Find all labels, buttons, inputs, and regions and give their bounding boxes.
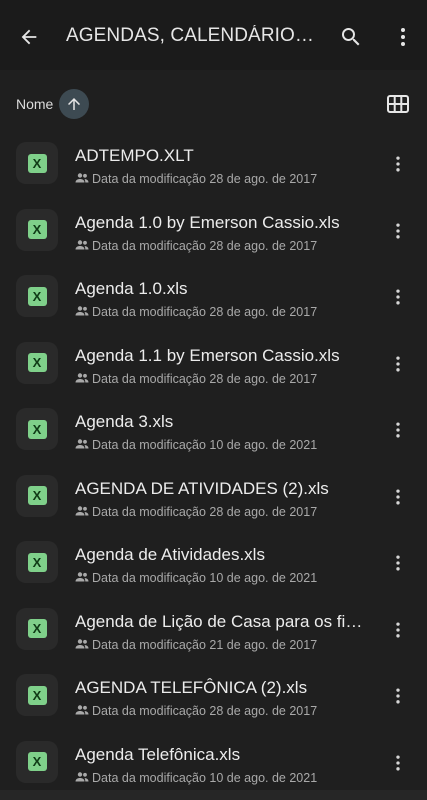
file-row[interactable]: X Agenda de Atividades.xls Data da modif… [0,529,427,596]
more-vert-icon[interactable] [386,551,410,575]
modified-date: Data da modificação 10 de ago. de 2021 [92,571,318,585]
shared-people-icon [75,638,89,651]
file-row[interactable]: X AGENDA TELEFÔNICA (2).xls Data da modi… [0,662,427,729]
file-meta: Data da modificação 28 de ago. de 2017 [75,239,375,253]
modified-date: Data da modificação 21 de ago. de 2017 [92,637,318,652]
drive-folder-screen: AGENDAS, CALENDÁRIOS,... Nome X ADTEMPO.… [0,0,427,800]
file-name: ADTEMPO.XLT [75,146,194,165]
file-thumbnail: X [16,674,58,716]
shared-people-icon [75,439,89,451]
more-vert-icon[interactable] [386,152,410,176]
shared-people-icon [75,239,89,252]
file-row[interactable]: X Agenda 1.0.xls Data da modificação 28 … [0,263,427,330]
modified-date: Data da modificação 28 de ago. de 2017 [92,371,318,386]
top-app-bar: AGENDAS, CALENDÁRIOS,... [0,0,427,70]
folder-title: AGENDAS, CALENDÁRIOS,... [66,25,316,46]
modified-date: Data da modificação 28 de ago. de 2017 [92,704,318,718]
file-list: X ADTEMPO.XLT Data da modificação 28 de … [0,130,427,795]
shared-people-icon [75,173,89,185]
more-vert-icon[interactable] [386,751,410,775]
more-vert-icon[interactable] [386,285,410,309]
more-vert-icon[interactable] [386,352,410,376]
file-thumbnail: X [16,275,58,317]
spreadsheet-icon: X [27,286,47,306]
sort-bar: Nome [0,84,427,124]
shared-people-icon [75,372,89,385]
shared-people-icon [75,771,89,784]
file-row[interactable]: X AGENDA DE ATIVIDADES (2).xls Data da m… [0,463,427,530]
more-vert-icon[interactable] [386,485,410,509]
more-vert-icon[interactable] [386,219,410,243]
file-thumbnail: X [16,607,58,650]
file-row[interactable]: X ADTEMPO.XLT Data da modificação 28 de … [0,130,427,197]
file-name: Agenda Telefônica.xls [75,744,241,764]
file-meta: Data da modificação 28 de ago. de 2017 [75,704,375,718]
file-row[interactable]: X Agenda 3.xls Data da modificação 10 de… [0,396,427,463]
spreadsheet-icon: X [27,752,47,771]
file-meta: Data da modificação 10 de ago. de 2021 [75,571,375,585]
arrow-up-icon[interactable] [59,89,89,119]
file-meta: Data da modificação 28 de ago. de 2017 [75,172,375,186]
bottom-divider [0,790,427,800]
file-name: Agenda de Atividades.xls [75,545,265,564]
file-thumbnail: X [16,408,58,450]
sort-label[interactable]: Nome [16,96,53,112]
file-thumbnail: X [16,208,58,251]
modified-date: Data da modificação 10 de ago. de 2021 [92,438,318,452]
file-row[interactable]: X Agenda 1.1 by Emerson Cassio.xls Data … [0,330,427,397]
file-thumbnail: X [16,142,58,184]
spreadsheet-icon: X [27,419,47,439]
spreadsheet-icon: X [27,353,47,372]
file-row[interactable]: X Agenda de Lição de Casa para os fil...… [0,596,427,663]
modified-date: Data da modificação 28 de ago. de 2017 [92,172,318,186]
file-meta: Data da modificação 28 de ago. de 2017 [75,305,375,319]
spreadsheet-icon: X [27,153,47,173]
grid-view-icon[interactable] [384,90,412,118]
shared-people-icon [75,306,89,318]
file-name: Agenda 1.1 by Emerson Cassio.xls [75,345,340,365]
spreadsheet-icon: X [27,220,47,239]
file-name: AGENDA DE ATIVIDADES (2).xls [75,478,329,498]
search-icon[interactable] [336,22,366,52]
arrow-back-icon[interactable] [14,22,44,52]
modified-date: Data da modificação 28 de ago. de 2017 [92,504,318,519]
file-row[interactable]: X Agenda Telefônica.xls Data da modifica… [0,729,427,796]
more-vert-icon[interactable] [386,618,410,642]
file-name: Agenda de Lição de Casa para os fil... [75,611,363,631]
file-row[interactable]: X Agenda 1.0 by Emerson Cassio.xls Data … [0,197,427,264]
file-name: Agenda 1.0.xls [75,279,188,298]
more-vert-icon[interactable] [386,418,410,442]
file-thumbnail: X [16,541,58,583]
file-name: Agenda 3.xls [75,412,174,431]
file-thumbnail: X [16,740,58,783]
file-meta: Data da modificação 10 de ago. de 2021 [75,438,375,452]
shared-people-icon [75,705,89,717]
spreadsheet-icon: X [27,685,47,705]
modified-date: Data da modificação 28 de ago. de 2017 [92,238,318,253]
file-meta: Data da modificação 10 de ago. de 2021 [75,771,375,785]
file-thumbnail: X [16,474,58,517]
file-thumbnail: X [16,341,58,384]
spreadsheet-icon: X [27,552,47,572]
file-name: Agenda 1.0 by Emerson Cassio.xls [75,212,340,232]
file-meta: Data da modificação 28 de ago. de 2017 [75,372,375,386]
modified-date: Data da modificação 10 de ago. de 2021 [92,770,318,785]
file-name: AGENDA TELEFÔNICA (2).xls [75,678,308,697]
shared-people-icon [75,505,89,518]
more-vert-icon[interactable] [386,684,410,708]
spreadsheet-icon: X [27,619,47,638]
shared-people-icon [75,572,89,584]
file-meta: Data da modificação 28 de ago. de 2017 [75,505,375,519]
file-meta: Data da modificação 21 de ago. de 2017 [75,638,375,652]
modified-date: Data da modificação 28 de ago. de 2017 [92,305,318,319]
spreadsheet-icon: X [27,486,47,505]
more-vert-icon[interactable] [388,22,418,52]
